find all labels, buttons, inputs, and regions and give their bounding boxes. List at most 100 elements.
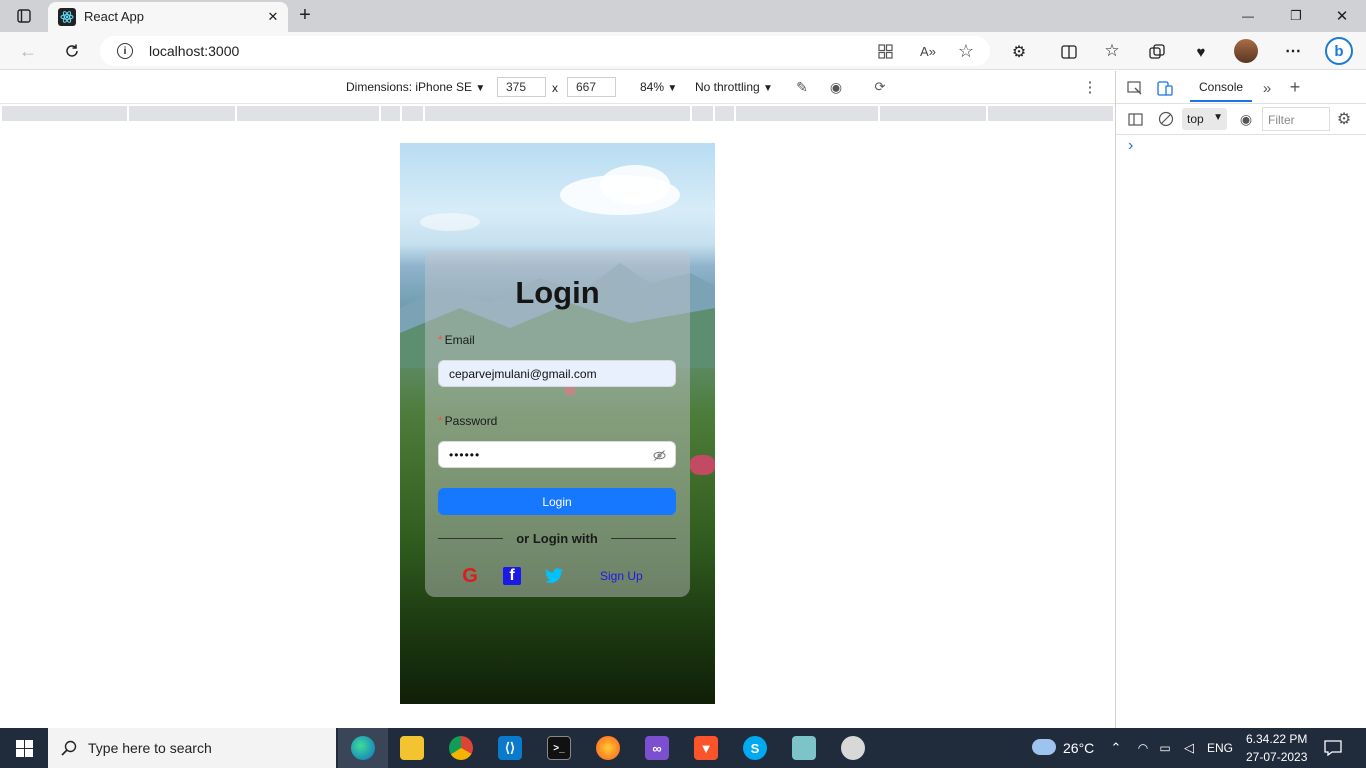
media-query-ruler xyxy=(0,105,1115,122)
console-filter-input[interactable]: Filter xyxy=(1262,107,1330,131)
sidebar-toggle-icon[interactable] xyxy=(1126,110,1144,128)
back-icon[interactable]: ← xyxy=(16,40,40,62)
search-placeholder: Type here to search xyxy=(88,740,212,756)
eyedropper-icon[interactable]: ✎ xyxy=(792,78,812,96)
brave-icon[interactable]: ▼ xyxy=(694,736,718,760)
device-width-input[interactable]: 375 xyxy=(497,77,546,97)
language-indicator[interactable]: ENG xyxy=(1207,741,1233,755)
email-field[interactable]: ceparvejmulani@gmail.com xyxy=(438,360,676,387)
login-title: Login xyxy=(515,275,600,310)
file-explorer-icon[interactable] xyxy=(400,736,424,760)
clear-console-icon[interactable] xyxy=(1157,110,1175,128)
taskbar-search[interactable]: Type here to search xyxy=(48,728,336,768)
eye-invisible-icon[interactable] xyxy=(652,448,666,462)
wifi-icon[interactable]: ◠ xyxy=(1134,739,1152,757)
weather-cloud-icon[interactable] xyxy=(1032,739,1056,755)
required-mark: * xyxy=(438,414,443,428)
minimize-button[interactable]: — xyxy=(1238,6,1258,26)
email-label-text: Email xyxy=(444,333,475,347)
password-field[interactable]: •••••• xyxy=(438,441,676,468)
tab-close-icon[interactable]: ✕ xyxy=(264,8,282,26)
dimensions-label: Dimensions: iPhone SE xyxy=(346,80,473,94)
show-hidden-icons-icon[interactable]: ⌃ xyxy=(1108,739,1124,757)
caret-down-icon: ▼ xyxy=(763,83,773,94)
more-options-icon[interactable]: ⋮ xyxy=(1080,78,1100,96)
active-tab-indicator xyxy=(1190,100,1252,102)
read-aloud-icon[interactable]: A» xyxy=(918,42,938,60)
context-value: top xyxy=(1187,112,1204,126)
rotate-icon[interactable]: ⟳ xyxy=(870,78,890,96)
window-close-button[interactable]: ✕ xyxy=(1332,6,1352,26)
email-label: * Email xyxy=(438,333,475,347)
password-label: * Password xyxy=(438,414,497,428)
chrome-icon[interactable] xyxy=(449,736,473,760)
profile-avatar[interactable] xyxy=(1234,39,1258,63)
site-info-icon[interactable]: i xyxy=(117,43,133,59)
caret-down-icon: ▼ xyxy=(475,83,486,94)
favorites-icon[interactable]: ☆ xyxy=(1101,40,1123,62)
clock-date[interactable]: 27-07-2023 xyxy=(1246,750,1307,764)
paint-icon[interactable] xyxy=(841,736,865,760)
clock-time[interactable]: 6.34.22 PM xyxy=(1246,732,1307,746)
zoom-select[interactable]: 84% ▼ xyxy=(640,80,677,94)
skype-icon[interactable]: S xyxy=(743,736,767,760)
devtools-panel: Console » + top ▼ ◉ Filter ⚙ › xyxy=(1115,71,1366,728)
tab-actions-icon[interactable] xyxy=(14,6,34,26)
react-favicon-icon xyxy=(58,8,76,26)
restore-button[interactable]: ❐ xyxy=(1286,6,1306,26)
password-value: •••••• xyxy=(449,447,481,462)
context-select[interactable]: top ▼ xyxy=(1182,108,1227,130)
windows-start-icon[interactable] xyxy=(15,739,33,757)
performance-icon[interactable]: ♥ xyxy=(1190,41,1212,63)
notepad-icon[interactable] xyxy=(792,736,816,760)
edge-icon[interactable] xyxy=(351,736,375,760)
new-tab-button[interactable]: + xyxy=(294,4,316,26)
refresh-icon[interactable] xyxy=(60,40,84,62)
vision-deficiency-icon[interactable]: ◉ xyxy=(826,78,846,96)
battery-icon[interactable]: ▭ xyxy=(1156,739,1174,757)
device-dimensions-select[interactable]: Dimensions: iPhone SE ▼ xyxy=(346,80,485,94)
favorite-star-icon[interactable]: ☆ xyxy=(956,41,976,61)
login-button[interactable]: Login xyxy=(438,488,676,515)
zoom-value: 84% xyxy=(640,80,665,94)
browser-tab[interactable]: React App ✕ xyxy=(48,2,288,32)
flower-bush xyxy=(690,455,715,475)
inspect-element-icon[interactable] xyxy=(1126,79,1144,97)
google-icon[interactable]: G xyxy=(460,565,480,587)
extensions-icon[interactable]: ⚙ xyxy=(1008,41,1030,63)
throttling-select[interactable]: No throttling ▼ xyxy=(695,80,773,94)
console-settings-icon[interactable]: ⚙ xyxy=(1334,109,1354,129)
tab-title: React App xyxy=(84,9,144,24)
required-mark: * xyxy=(438,333,443,347)
volume-icon[interactable]: ◁ xyxy=(1180,739,1198,757)
split-screen-icon[interactable] xyxy=(1058,41,1080,63)
live-expression-icon[interactable]: ◉ xyxy=(1237,110,1255,128)
notifications-icon[interactable] xyxy=(1323,738,1343,758)
signup-link[interactable]: Sign Up xyxy=(600,569,643,583)
facebook-icon[interactable]: f xyxy=(503,567,521,585)
address-bar[interactable]: i localhost:3000 A» ☆ xyxy=(100,36,990,66)
login-card: Login * Email ceparvejmulani@gmail.com * P… xyxy=(425,251,690,597)
throttling-value: No throttling xyxy=(695,80,760,94)
more-tabs-icon[interactable]: » xyxy=(1258,79,1276,97)
caret-down-icon: ▼ xyxy=(1213,112,1223,123)
visual-studio-icon[interactable]: ∞ xyxy=(645,736,669,760)
divider-right xyxy=(611,538,676,539)
tab-console[interactable]: Console xyxy=(1199,80,1243,94)
app-available-icon[interactable] xyxy=(876,42,894,60)
bing-chat-icon[interactable]: b xyxy=(1325,37,1353,65)
terminal-icon[interactable]: >_ xyxy=(547,736,571,760)
twitter-icon[interactable] xyxy=(543,566,565,586)
url-text[interactable]: localhost:3000 xyxy=(149,43,239,59)
settings-more-icon[interactable]: ⋯ xyxy=(1282,40,1304,62)
console-prompt[interactable]: › xyxy=(1128,137,1133,155)
weather-text[interactable]: 26°C xyxy=(1063,740,1094,756)
device-height-input[interactable]: 667 xyxy=(567,77,616,97)
caret-down-icon: ▼ xyxy=(667,83,678,94)
add-tab-icon[interactable]: + xyxy=(1286,77,1304,97)
collections-icon[interactable] xyxy=(1146,41,1168,63)
device-toolbar-toggle-icon[interactable] xyxy=(1156,79,1174,97)
search-icon xyxy=(60,739,78,757)
firefox-icon[interactable] xyxy=(596,736,620,760)
vscode-icon[interactable]: ⟨⟩ xyxy=(498,736,522,760)
